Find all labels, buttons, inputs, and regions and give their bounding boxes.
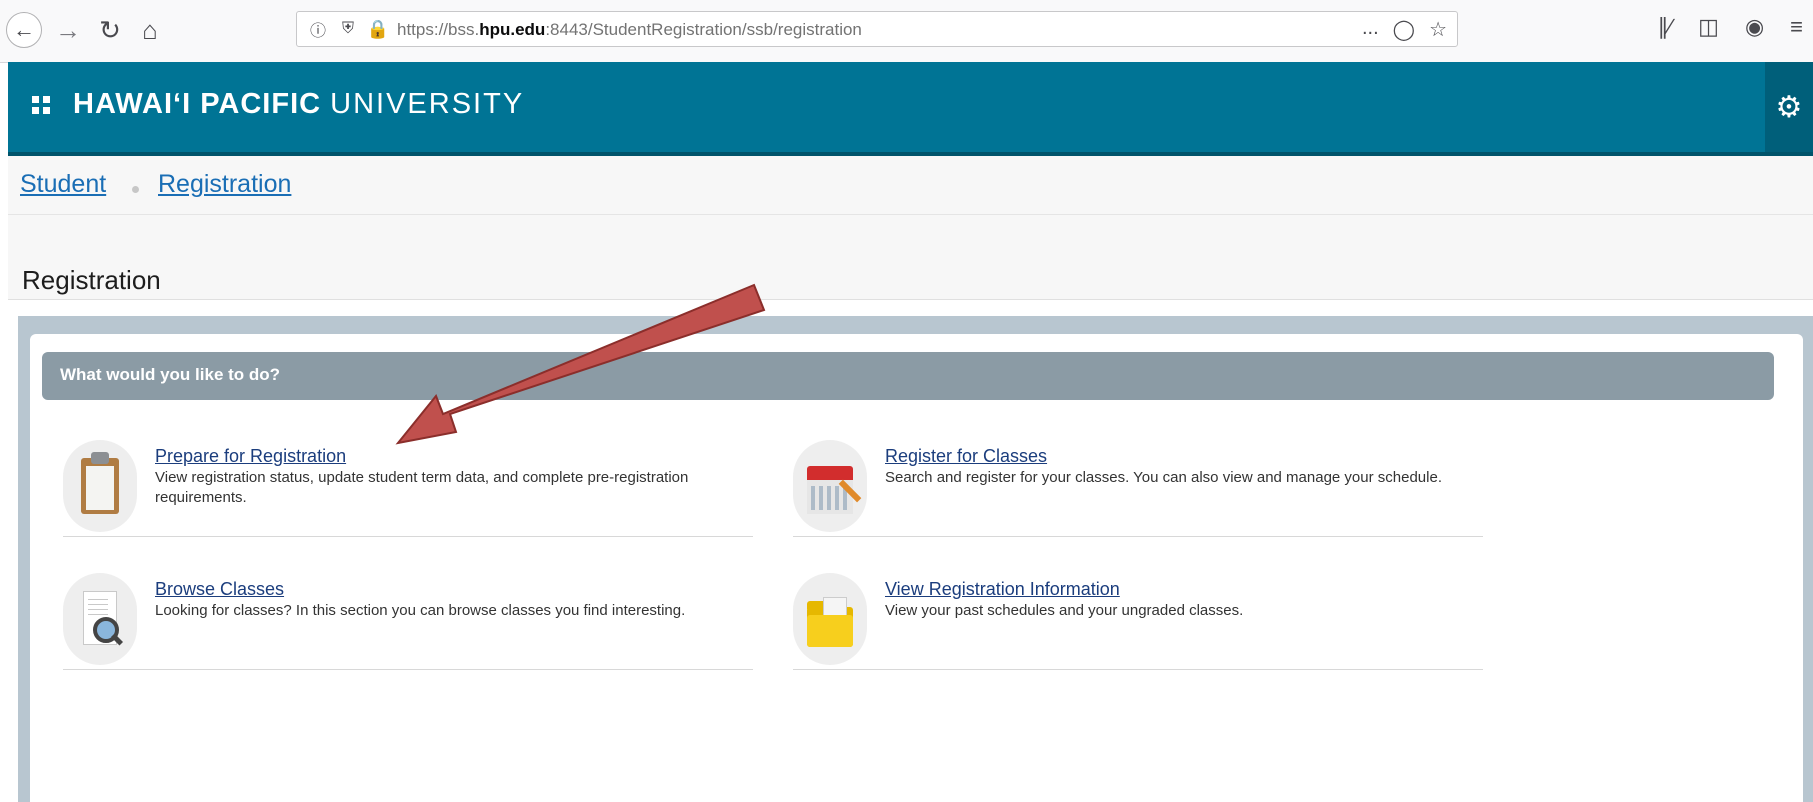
browser-toolbar: ← → ↻ ⌂ ⓘ ⛨ 🔒 https://bss.hpu.edu:8443/S… [0, 0, 1813, 63]
action-description: View registration status, update student… [155, 469, 689, 506]
clipboard-icon[interactable] [63, 440, 137, 532]
url-text[interactable]: https://bss.hpu.edu:8443/StudentRegistra… [397, 20, 862, 40]
view-registration-info-link[interactable]: View Registration Information [885, 579, 1120, 600]
forward-arrow-icon[interactable]: → [48, 10, 88, 50]
menu-icon[interactable]: ≡ [1790, 14, 1803, 40]
document-search-icon[interactable] [63, 573, 137, 665]
action-prepare-registration: Prepare for Registration View registrati… [63, 440, 753, 537]
back-arrow-icon[interactable]: ← [6, 12, 42, 48]
pocket-icon[interactable]: ◯ [1393, 17, 1415, 42]
panel-header: What would you like to do? [42, 352, 1774, 400]
content-panel [30, 334, 1803, 802]
account-icon[interactable]: ◉ [1745, 14, 1764, 40]
browse-classes-link[interactable]: Browse Classes [155, 579, 284, 600]
action-register-classes: Register for Classes Search and register… [793, 440, 1483, 537]
action-description: Looking for classes? In this section you… [155, 602, 686, 619]
calendar-icon[interactable] [793, 440, 867, 532]
title-bar: Registration [8, 215, 1813, 300]
breadcrumb: Student Registration [8, 156, 1813, 215]
panel-heading: What would you like to do? [60, 365, 281, 384]
prepare-registration-link[interactable]: Prepare for Registration [155, 446, 346, 467]
register-classes-link[interactable]: Register for Classes [885, 446, 1047, 467]
page-title: Registration [22, 265, 161, 296]
sidebar-icon[interactable]: ◫ [1698, 14, 1719, 40]
library-icon[interactable]: ∥∕ [1657, 14, 1672, 40]
shield-icon[interactable]: ⛨ [337, 18, 359, 40]
university-logo: HAWAIʻI PACIFIC UNIVERSITY [73, 88, 525, 120]
action-description: Search and register for your classes. Yo… [885, 469, 1442, 486]
info-icon[interactable]: ⓘ [307, 18, 329, 40]
app-grid-icon[interactable] [32, 96, 50, 114]
action-browse-classes: Browse Classes Looking for classes? In t… [63, 573, 753, 670]
breadcrumb-registration[interactable]: Registration [158, 170, 291, 199]
action-view-registration-info: View Registration Information View your … [793, 573, 1483, 670]
bookmark-star-icon[interactable]: ☆ [1429, 17, 1447, 42]
app-header: HAWAIʻI PACIFIC UNIVERSITY ⚙ [8, 62, 1813, 156]
lock-icon[interactable]: 🔒 [367, 18, 389, 40]
gear-icon[interactable]: ⚙ [1765, 62, 1813, 152]
breadcrumb-student[interactable]: Student [20, 170, 106, 199]
more-actions-icon[interactable]: ... [1362, 17, 1379, 42]
reload-icon[interactable]: ↻ [90, 10, 130, 50]
url-bar[interactable]: ⓘ ⛨ 🔒 https://bss.hpu.edu:8443/StudentRe… [296, 11, 1458, 47]
folder-icon[interactable] [793, 573, 867, 665]
breadcrumb-separator [132, 186, 139, 193]
home-icon[interactable]: ⌂ [130, 10, 170, 50]
action-description: View your past schedules and your ungrad… [885, 602, 1244, 619]
